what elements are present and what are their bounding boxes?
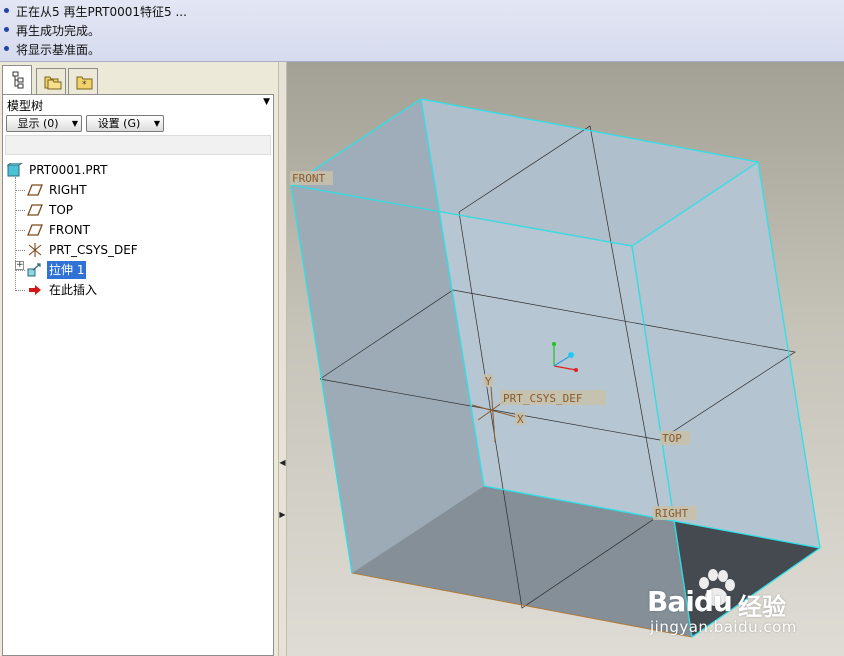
watermark-url: jingyan.baidu.com: [650, 618, 797, 636]
tree-item-label: TOP: [49, 203, 74, 217]
tree-item-label: PRT0001.PRT: [29, 163, 108, 177]
tree-item-label: PRT_CSYS_DEF: [49, 243, 138, 257]
message-line: 正在从5 再生PRT0001特征5 ...: [0, 3, 844, 22]
tree-item-label: 在此插入: [49, 283, 98, 297]
insert-here-arrow-icon: [29, 285, 41, 295]
csys-label: PRT_CSYS_DEF: [503, 392, 582, 405]
panel-menu-arrow-icon[interactable]: ▼: [263, 97, 270, 107]
watermark-product: 经验: [738, 593, 786, 621]
message-text: 再生成功完成。: [16, 24, 101, 38]
tree-item-label: FRONT: [49, 223, 90, 237]
tree-connector: [15, 190, 25, 191]
show-button[interactable]: 显示 (0) ▼: [6, 115, 82, 132]
model-view: Y X PRT_CSYS_DEF FRONT TOP RIGHT: [290, 98, 821, 638]
settings-button-label: 设置 (G): [97, 117, 141, 130]
favorites-icon: *: [76, 76, 93, 90]
tree-connector: [15, 250, 25, 251]
expand-toggle[interactable]: +: [15, 261, 24, 270]
message-line: 将显示基准面。: [0, 41, 844, 60]
watermark-brand: Baidu: [647, 585, 733, 618]
bullet-icon: [4, 27, 9, 32]
chevron-down-icon: ▼: [71, 119, 78, 128]
message-text: 将显示基准面。: [16, 43, 101, 57]
front-plane-label: FRONT: [292, 172, 325, 185]
model-tree-panel: 模型树 ▼ 显示 (0) ▼ 设置 (G) ▼ PRT0001.PRT RIGH…: [2, 94, 274, 656]
message-line: 再生成功完成。: [0, 22, 844, 41]
tree-filter-bar[interactable]: [5, 135, 271, 155]
tab-folder-browser[interactable]: [36, 68, 66, 94]
bullet-icon: [4, 8, 9, 13]
message-area: 正在从5 再生PRT0001特征5 ... 再生成功完成。 将显示基准面。: [0, 0, 844, 62]
tree-connector: [15, 230, 25, 231]
chevron-down-icon: ▼: [153, 119, 160, 128]
axis-y-label: Y: [485, 375, 492, 388]
tree-connector: [15, 270, 25, 271]
tree-connector: [15, 290, 25, 291]
model-tree-icon: [12, 71, 24, 89]
datum-plane-icon: [27, 204, 43, 216]
navigator-tabs: *: [2, 65, 276, 95]
top-plane-label: TOP: [662, 432, 682, 445]
datum-plane-icon: [27, 184, 43, 196]
pane-splitter[interactable]: ◀ ▶: [278, 62, 287, 656]
axis-x-label: X: [517, 413, 524, 426]
extrude-icon: [27, 263, 41, 277]
datum-plane-icon: [27, 224, 43, 236]
panel-title: 模型树: [7, 99, 44, 113]
message-text: 正在从5 再生PRT0001特征5 ...: [16, 5, 187, 19]
tab-model-tree[interactable]: [2, 65, 32, 95]
navigator-pane: * 模型树 ▼ 显示 (0) ▼ 设置 (G) ▼ PRT0001.PRT RI…: [0, 62, 278, 656]
settings-button[interactable]: 设置 (G) ▼: [86, 115, 164, 132]
tab-favorites[interactable]: *: [68, 68, 98, 94]
svg-text:*: *: [82, 80, 87, 90]
tree-item-label: 拉伸 1: [47, 261, 87, 279]
coordinate-system-icon: [28, 243, 42, 257]
collapse-left-icon[interactable]: ◀: [279, 458, 286, 467]
expand-right-icon[interactable]: ▶: [279, 510, 286, 519]
graphics-viewport[interactable]: Y X PRT_CSYS_DEF FRONT TOP RIGHT: [287, 62, 844, 656]
right-plane-label: RIGHT: [655, 507, 688, 520]
tree-connector: [15, 210, 25, 211]
show-button-label: 显示 (0): [17, 117, 59, 130]
tree-item-label: RIGHT: [49, 183, 87, 197]
tree-connector: [15, 177, 16, 289]
bullet-icon: [4, 46, 9, 51]
folder-browser-icon: [44, 76, 62, 90]
part-icon: [7, 163, 23, 177]
